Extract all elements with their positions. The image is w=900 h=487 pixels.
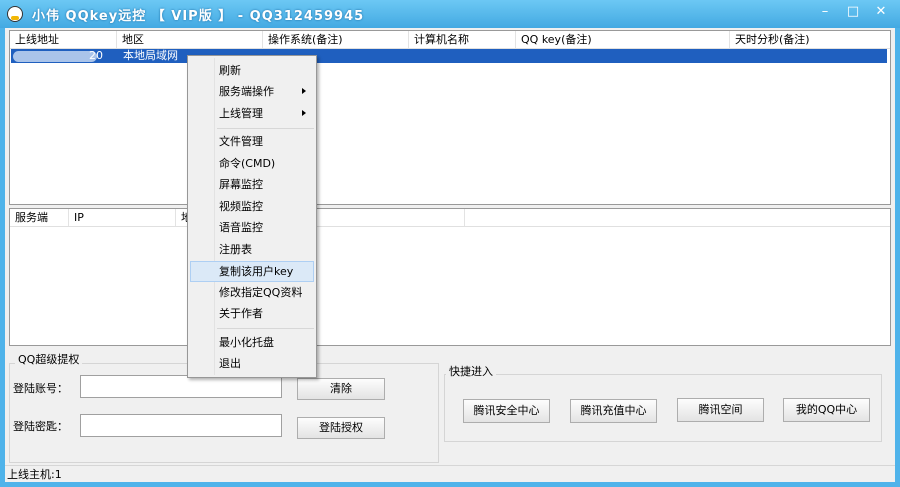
tencent-recharge-center-button[interactable]: 腾讯充值中心: [570, 399, 657, 423]
account-input[interactable]: [80, 375, 282, 398]
hosts-list[interactable]: 上线地址 地区 操作系统(备注) 计算机名称 QQ key(备注) 天时分秒(备…: [9, 30, 891, 205]
qq-penguin-icon: [7, 6, 23, 22]
password-input[interactable]: [80, 414, 282, 437]
quick-access-title: 快捷进入: [446, 363, 496, 379]
column-header-ip[interactable]: IP: [69, 209, 176, 226]
context-menu: 刷新 服务端操作 上线管理 文件管理 命令(CMD) 屏幕监控 视频监控 语音监…: [187, 55, 317, 378]
menu-item-label: 服务端操作: [219, 85, 274, 98]
redacted-address: [13, 51, 97, 62]
online-hosts-count: 上线主机:1: [7, 468, 62, 481]
menu-separator: [217, 328, 314, 329]
tencent-security-center-button[interactable]: 腾讯安全中心: [463, 399, 550, 423]
menu-item-voice-monitor[interactable]: 语音监控: [190, 217, 314, 238]
column-header-computer-name[interactable]: 计算机名称: [409, 31, 516, 48]
submenu-arrow-icon: [302, 88, 306, 94]
menu-item-label: 屏幕监控: [219, 178, 263, 191]
menu-item-label: 退出: [219, 357, 241, 370]
menu-item-label: 命令(CMD): [219, 157, 276, 170]
title-bar[interactable]: 小伟 QQkey远控 【 VIP版 】 - QQ312459945 – □ ✕: [0, 0, 900, 28]
menu-item-label: 关于作者: [219, 307, 263, 320]
menu-item-command[interactable]: 命令(CMD): [190, 153, 314, 174]
sessions-list-header: 服务端 IP 地: [10, 209, 890, 227]
account-label: 登陆账号：: [13, 382, 68, 395]
column-header-qq-key[interactable]: QQ key(备注): [516, 31, 730, 48]
menu-item-video-monitor[interactable]: 视频监控: [190, 196, 314, 217]
sessions-list[interactable]: 服务端 IP 地: [9, 208, 891, 346]
column-header-uptime[interactable]: 天时分秒(备注): [730, 31, 890, 48]
table-row[interactable]: 20 本地局域网: [11, 49, 887, 63]
main-panel: 上线地址 地区 操作系统(备注) 计算机名称 QQ key(备注) 天时分秒(备…: [5, 28, 895, 482]
menu-item-modify-qq-profile[interactable]: 修改指定QQ资料: [190, 282, 314, 303]
minimize-button[interactable]: –: [815, 4, 835, 20]
submenu-arrow-icon: [302, 110, 306, 116]
menu-item-label: 视频监控: [219, 200, 263, 213]
menu-item-registry[interactable]: 注册表: [190, 239, 314, 260]
column-header-server[interactable]: 服务端: [10, 209, 69, 226]
tencent-qzone-button[interactable]: 腾讯空间: [677, 398, 764, 422]
menu-item-label: 修改指定QQ资料: [219, 286, 303, 299]
menu-item-server-operations[interactable]: 服务端操作: [190, 81, 314, 102]
auth-group-title: QQ超级提权: [15, 351, 83, 367]
column-header-os[interactable]: 操作系统(备注): [263, 31, 409, 48]
menu-item-label: 语音监控: [219, 221, 263, 234]
status-bar: 上线主机:1: [5, 465, 895, 483]
menu-item-screen-monitor[interactable]: 屏幕监控: [190, 174, 314, 195]
maximize-button[interactable]: □: [843, 4, 863, 20]
row-address-suffix: 20: [89, 49, 103, 62]
menu-item-refresh[interactable]: 刷新: [190, 60, 314, 81]
menu-item-copy-user-key[interactable]: 复制该用户key: [190, 261, 314, 282]
clear-button[interactable]: 清除: [297, 378, 385, 400]
window-title: 小伟 QQkey远控 【 VIP版 】 - QQ312459945: [32, 9, 365, 24]
menu-item-label: 刷新: [219, 64, 241, 77]
menu-item-label: 文件管理: [219, 135, 263, 148]
hosts-list-header: 上线地址 地区 操作系统(备注) 计算机名称 QQ key(备注) 天时分秒(备…: [10, 31, 890, 49]
menu-item-exit[interactable]: 退出: [190, 353, 314, 374]
menu-item-file-manager[interactable]: 文件管理: [190, 131, 314, 152]
menu-item-label: 复制该用户key: [219, 265, 294, 278]
login-authorize-button[interactable]: 登陆授权: [297, 417, 385, 439]
menu-item-minimize-to-tray[interactable]: 最小化托盘: [190, 332, 314, 353]
menu-item-online-management[interactable]: 上线管理: [190, 103, 314, 124]
column-header-address[interactable]: 上线地址: [10, 31, 117, 48]
row-region: 本地局域网: [123, 49, 178, 62]
menu-separator: [217, 128, 314, 129]
menu-item-about-author[interactable]: 关于作者: [190, 303, 314, 324]
my-qq-center-button[interactable]: 我的QQ中心: [783, 398, 870, 422]
column-header-region[interactable]: 地区: [117, 31, 263, 48]
menu-item-label: 注册表: [219, 243, 252, 256]
password-label: 登陆密匙：: [13, 420, 68, 433]
close-button[interactable]: ✕: [871, 4, 891, 20]
menu-item-label: 上线管理: [219, 107, 263, 120]
menu-item-label: 最小化托盘: [219, 336, 274, 349]
